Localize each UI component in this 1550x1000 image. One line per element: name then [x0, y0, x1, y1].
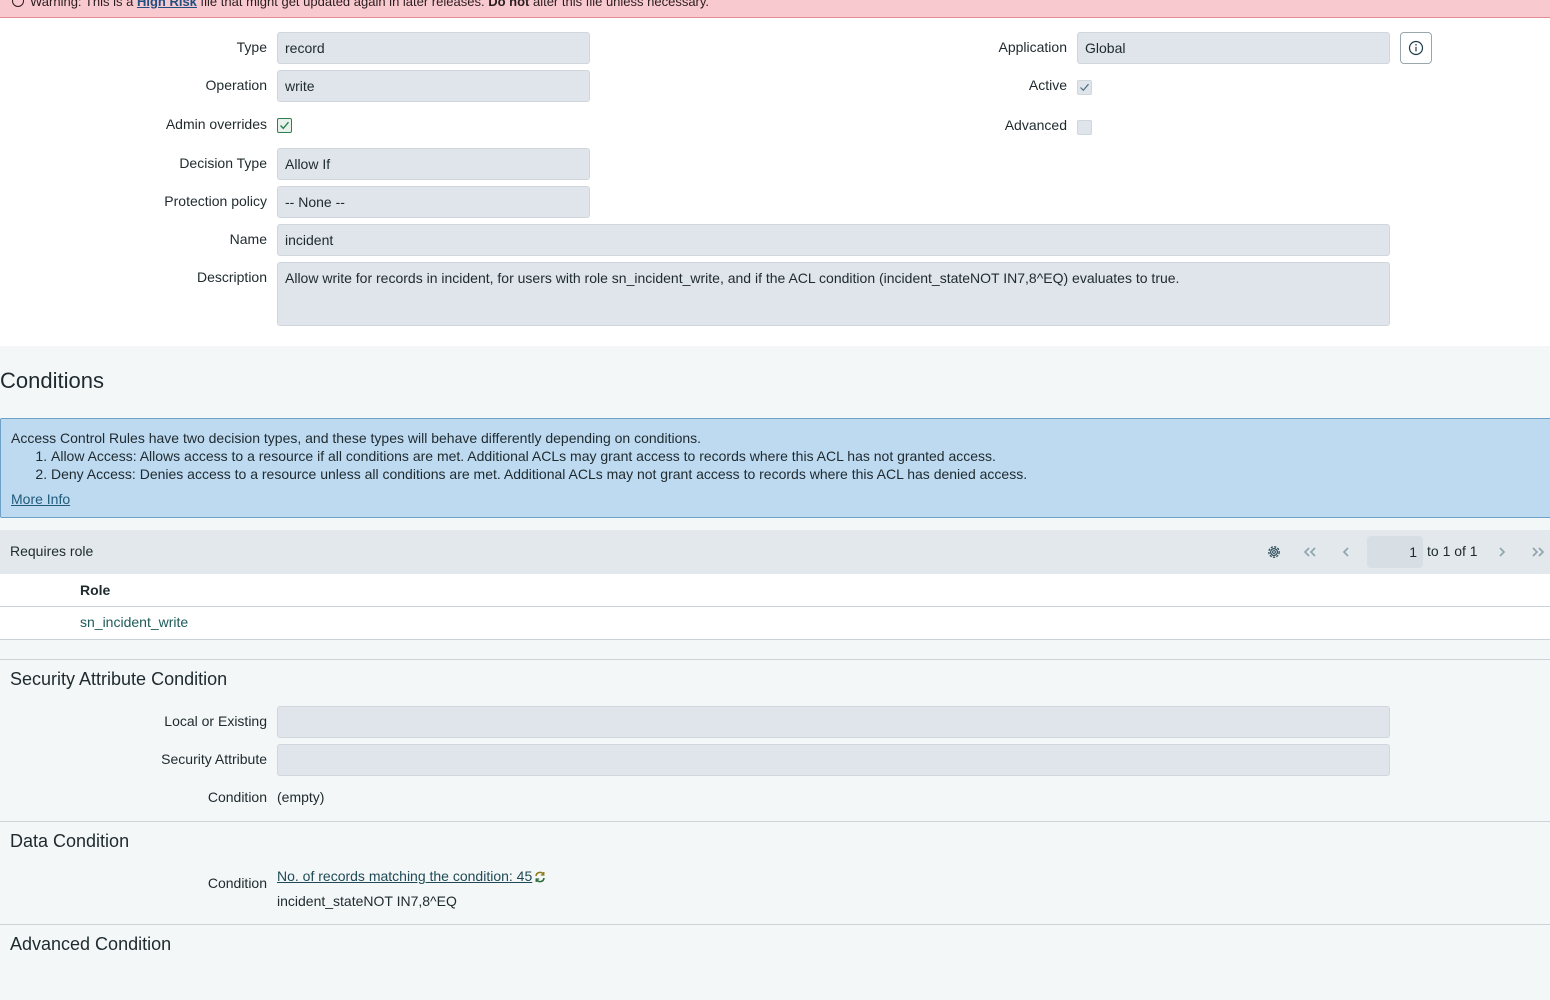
last-page-button[interactable]	[1526, 530, 1550, 574]
type-field[interactable]: record	[277, 32, 590, 64]
table-divider	[0, 606, 1550, 607]
security-attribute-title: Security Attribute Condition	[10, 669, 228, 689]
decision-type-label: Decision Type	[179, 155, 267, 171]
admin-overrides-label: Admin overrides	[165, 116, 267, 132]
name-label: Name	[229, 231, 267, 247]
application-field[interactable]: Global	[1077, 32, 1390, 64]
protection-policy-select[interactable]: -- None --	[277, 186, 590, 218]
matching-records-link[interactable]: No. of records matching the condition: 4…	[277, 868, 547, 884]
local-or-existing-select[interactable]	[277, 706, 1390, 738]
security-attribute-field[interactable]	[277, 744, 1390, 776]
section-divider	[0, 924, 1550, 925]
data-condition-label: Condition	[207, 875, 267, 891]
chevron-left-icon	[1342, 547, 1349, 557]
data-condition-title: Data Condition	[10, 831, 130, 851]
security-condition-label: Condition	[207, 789, 267, 805]
check-icon	[280, 121, 290, 130]
info-intro: Access Control Rules have two decision t…	[11, 430, 702, 446]
active-checkbox[interactable]	[1077, 80, 1092, 95]
description-textarea[interactable]: Allow write for records in incident, for…	[277, 262, 1390, 326]
page-count-text: to 1 of 1	[1427, 543, 1478, 559]
operation-field[interactable]: write	[277, 70, 590, 102]
data-condition-query: incident_stateNOT IN7,8^EQ	[277, 893, 457, 909]
advanced-condition-title: Advanced Condition	[10, 934, 172, 954]
section-divider	[0, 659, 1550, 660]
requires-role-title: Requires role	[10, 543, 94, 559]
warning-icon	[12, 0, 24, 7]
high-risk-link[interactable]: High Risk	[137, 0, 197, 9]
application-label: Application	[998, 39, 1068, 55]
security-attribute-label: Security Attribute	[161, 751, 267, 767]
previous-page-button[interactable]	[1334, 530, 1358, 574]
chevron-right-icon	[1499, 547, 1506, 557]
more-info-link[interactable]: More Info	[11, 490, 70, 508]
first-page-button[interactable]	[1298, 530, 1322, 574]
protection-policy-label: Protection policy	[164, 193, 267, 209]
info-item-deny: Deny Access: Denies access to a resource…	[51, 465, 1541, 483]
local-or-existing-label: Local or Existing	[164, 713, 267, 729]
advanced-checkbox[interactable]	[1077, 120, 1092, 135]
refresh-icon[interactable]	[533, 870, 547, 884]
role-column-header[interactable]: Role	[80, 582, 110, 598]
requires-role-table: Role sn_incident_write	[0, 574, 1550, 640]
warning-text: Warning: This is a High Risk file that m…	[12, 0, 709, 9]
info-list: Allow Access: Allows access to a resourc…	[51, 447, 1541, 483]
admin-overrides-checkbox[interactable]	[277, 118, 292, 133]
active-label: Active	[1028, 77, 1067, 93]
info-item-allow: Allow Access: Allows access to a resourc…	[51, 447, 1541, 465]
advanced-label: Advanced	[1004, 117, 1067, 133]
double-chevron-right-icon	[1532, 547, 1545, 557]
description-label: Description	[196, 269, 267, 285]
section-divider	[0, 821, 1550, 822]
gear-icon	[1268, 546, 1280, 558]
conditions-title: Conditions	[0, 368, 104, 393]
decision-type-select[interactable]: Allow If	[277, 148, 590, 180]
name-field[interactable]: incident	[277, 224, 1390, 256]
type-label: Type	[236, 39, 267, 55]
page-number-input[interactable]: 1	[1367, 536, 1423, 568]
list-settings-button[interactable]	[1262, 530, 1286, 574]
requires-role-header: Requires role 1 to 1 of 1	[0, 530, 1550, 574]
info-icon	[1408, 40, 1424, 56]
double-chevron-left-icon	[1303, 547, 1316, 557]
application-info-button[interactable]	[1400, 32, 1432, 64]
decision-types-info-box: Access Control Rules have two decision t…	[0, 418, 1550, 518]
security-condition-value: (empty)	[277, 789, 325, 805]
check-icon	[1080, 83, 1089, 92]
operation-label: Operation	[205, 77, 267, 93]
table-row-role[interactable]: sn_incident_write	[80, 614, 188, 630]
next-page-button[interactable]	[1490, 530, 1514, 574]
